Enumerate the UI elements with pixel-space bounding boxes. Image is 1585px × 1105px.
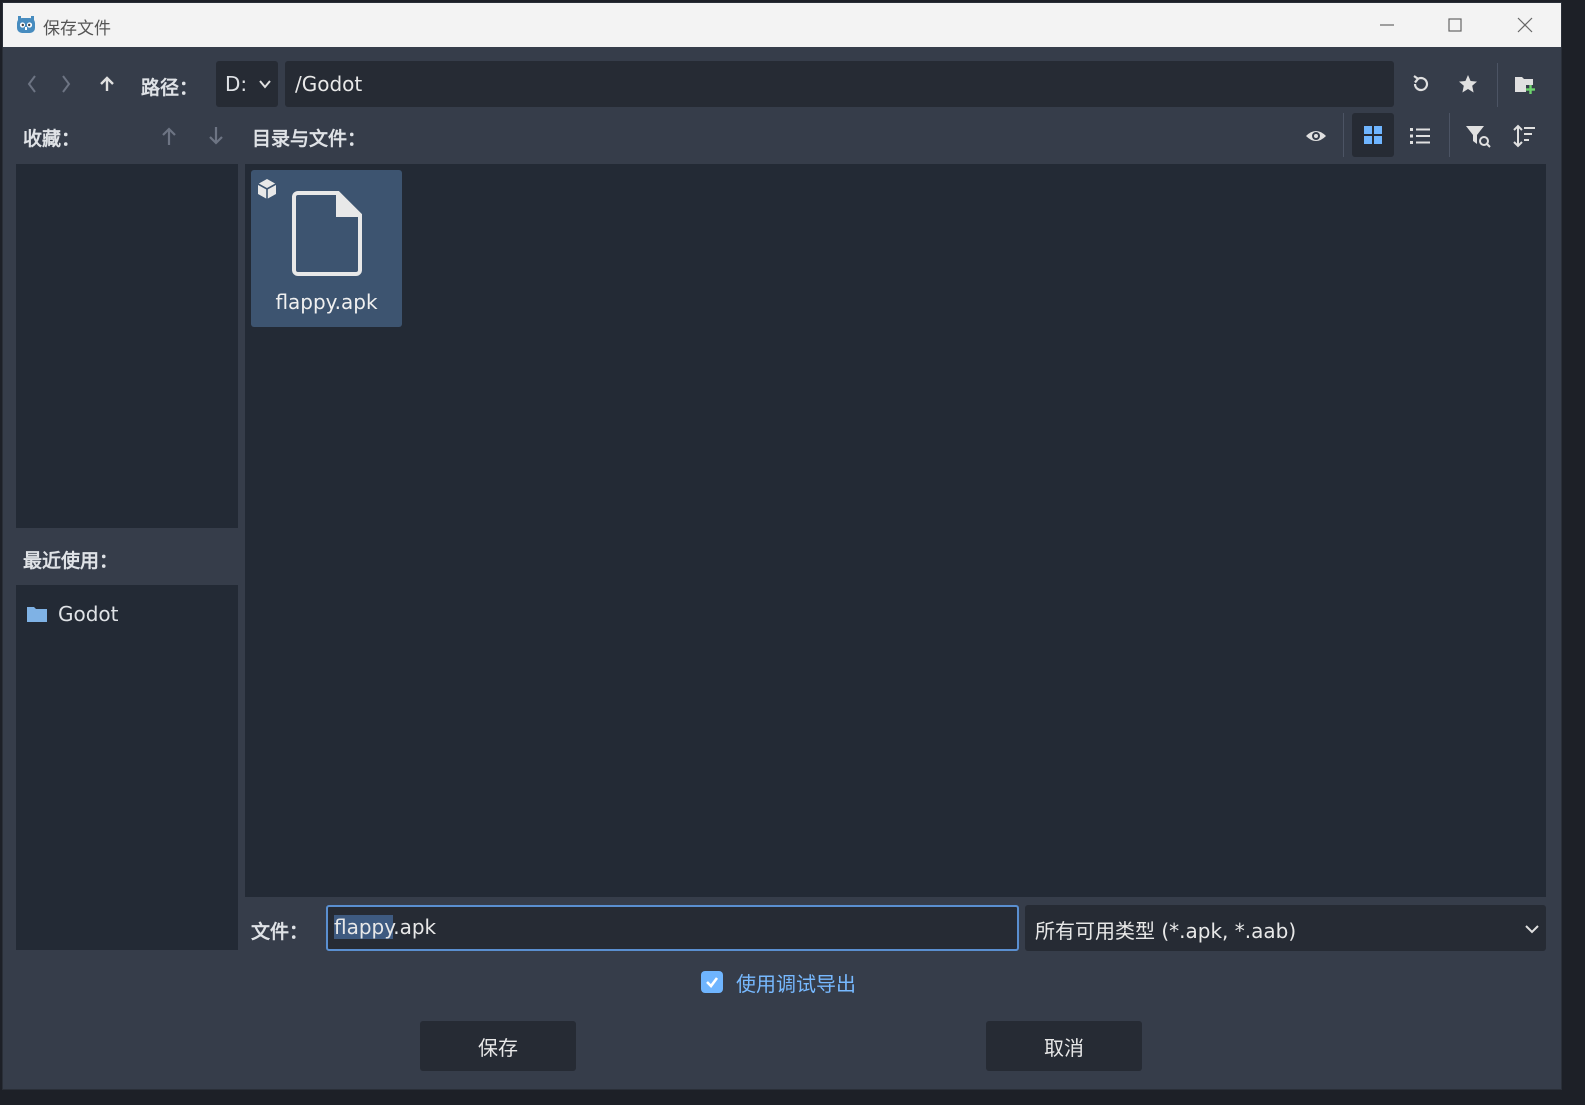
chevron-right-icon bbox=[62, 75, 71, 93]
move-down-icon bbox=[209, 127, 223, 145]
drive-value: D: bbox=[225, 72, 248, 96]
list-view-button[interactable] bbox=[1403, 119, 1437, 153]
new-folder-button[interactable] bbox=[1510, 69, 1540, 99]
recent-list[interactable]: Godot bbox=[16, 585, 238, 950]
cancel-button[interactable]: 取消 bbox=[986, 1021, 1142, 1071]
recent-item-godot[interactable]: Godot bbox=[26, 599, 119, 629]
toolbar-separator bbox=[1449, 113, 1450, 157]
maximize-icon bbox=[1448, 18, 1462, 32]
debug-export-checkbox[interactable] bbox=[701, 971, 723, 993]
file-name-label: 文件： bbox=[251, 921, 309, 943]
favorites-label: 收藏： bbox=[23, 128, 81, 150]
save-file-dialog: 保存文件 路径： D: /Godot 收藏： 目录与文件： 最近使用： Godo… bbox=[2, 2, 1562, 1090]
save-button[interactable]: 保存 bbox=[420, 1021, 576, 1071]
chevron-down-icon bbox=[259, 80, 271, 89]
chevron-down-icon bbox=[1525, 925, 1539, 934]
favorite-move-down-button[interactable] bbox=[203, 121, 229, 151]
parent-folder-button[interactable] bbox=[94, 69, 120, 99]
title-bar: 保存文件 bbox=[3, 3, 1561, 47]
new-folder-icon bbox=[1515, 77, 1535, 94]
filter-button[interactable] bbox=[1461, 119, 1495, 153]
file-item-label: flappy.apk bbox=[275, 290, 378, 314]
file-name-selected-text: flappy bbox=[334, 915, 394, 939]
path-input[interactable]: /Godot bbox=[285, 61, 1394, 107]
refresh-icon bbox=[1413, 75, 1429, 92]
filter-icon bbox=[1466, 126, 1491, 148]
debug-export-label: 使用调试导出 bbox=[736, 971, 856, 996]
list-view-icon bbox=[1410, 128, 1430, 144]
files-label: 目录与文件： bbox=[252, 128, 367, 150]
file-type-value: 所有可用类型 (*.apk, *.aab) bbox=[1035, 919, 1297, 943]
recent-label: 最近使用： bbox=[23, 550, 119, 572]
minimize-button[interactable] bbox=[1353, 3, 1421, 47]
file-name-input[interactable]: flappy.apk bbox=[326, 905, 1019, 951]
godot-icon bbox=[17, 16, 35, 33]
favorite-button[interactable] bbox=[1453, 69, 1483, 99]
window-title: 保存文件 bbox=[43, 19, 111, 39]
toggle-hidden-button[interactable] bbox=[1299, 119, 1333, 153]
debug-export-row[interactable]: 使用调试导出 bbox=[701, 967, 856, 997]
refresh-button[interactable] bbox=[1406, 69, 1436, 99]
toolbar-separator bbox=[1343, 113, 1344, 157]
file-type-select[interactable]: 所有可用类型 (*.apk, *.aab) bbox=[1025, 905, 1546, 951]
chevron-left-icon bbox=[27, 75, 36, 93]
minimize-icon bbox=[1380, 24, 1394, 26]
close-button[interactable] bbox=[1491, 3, 1559, 47]
maximize-button[interactable] bbox=[1421, 3, 1489, 47]
favorite-move-up-button[interactable] bbox=[156, 121, 182, 151]
file-icon bbox=[292, 191, 362, 276]
favorites-list[interactable] bbox=[16, 164, 238, 528]
file-name-rest-text: .apk bbox=[393, 915, 437, 939]
file-browser[interactable]: flappy.apk bbox=[245, 164, 1546, 897]
toolbar-separator bbox=[1497, 63, 1498, 107]
package-icon bbox=[257, 179, 277, 199]
sort-button[interactable] bbox=[1507, 119, 1541, 153]
arrow-up-icon bbox=[100, 76, 114, 91]
folder-icon bbox=[27, 607, 47, 622]
forward-button[interactable] bbox=[53, 69, 79, 99]
eye-icon bbox=[1306, 131, 1326, 141]
grid-view-button[interactable] bbox=[1352, 113, 1394, 157]
path-label: 路径： bbox=[141, 77, 199, 99]
drive-select[interactable]: D: bbox=[216, 61, 278, 107]
recent-item-label: Godot bbox=[58, 602, 119, 626]
star-icon bbox=[1459, 75, 1477, 93]
sort-icon bbox=[1513, 124, 1535, 148]
move-up-icon bbox=[162, 127, 176, 145]
grid-view-icon bbox=[1364, 126, 1382, 144]
file-item[interactable]: flappy.apk bbox=[251, 170, 402, 327]
checkmark-icon bbox=[706, 977, 719, 988]
close-icon bbox=[1517, 17, 1533, 33]
back-button[interactable] bbox=[19, 69, 45, 99]
